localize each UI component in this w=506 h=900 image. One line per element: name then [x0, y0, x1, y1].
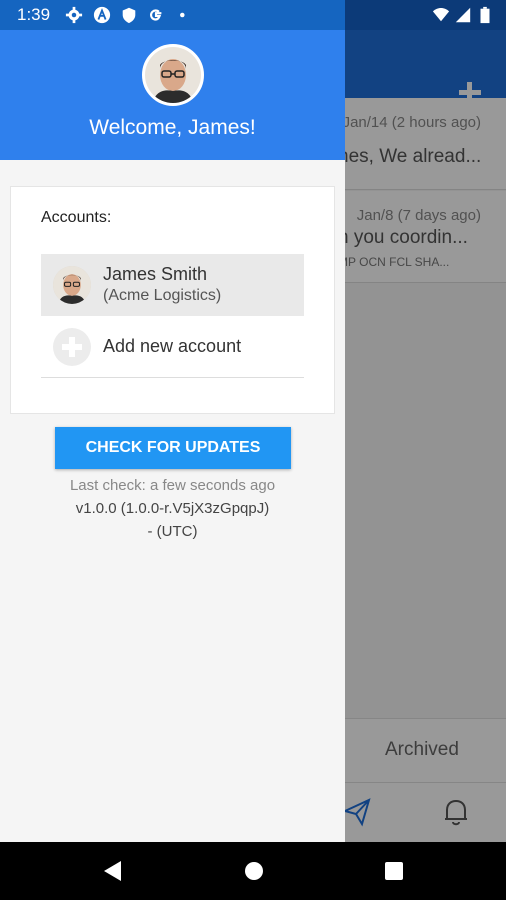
app-a-icon [93, 6, 111, 24]
recents-icon[interactable] [383, 860, 405, 882]
account-name: James Smith [103, 264, 208, 284]
status-time: 1:39 [17, 5, 51, 24]
status-bar: 1:39 [0, 0, 506, 30]
add-account-label: Add new account [103, 336, 242, 356]
settings-icon [65, 6, 83, 24]
version-timezone: - (UTC) [147, 523, 198, 540]
system-nav-bar [0, 842, 506, 900]
welcome-message: Welcome, James! [89, 116, 256, 139]
accounts-label: Accounts: [41, 209, 112, 226]
signal-icon [455, 7, 471, 23]
account-item-james-smith[interactable]: James Smith (Acme Logistics) [41, 254, 304, 316]
version-text: v1.0.0 (1.0.0-r.V5jX3zGpqpJ) [75, 500, 270, 517]
accounts-card: Accounts: James Smith (Acme Logistics) A… [10, 186, 335, 414]
back-icon[interactable] [101, 860, 123, 882]
add-circle-icon [53, 328, 91, 366]
add-account-button[interactable]: Add new account [41, 316, 304, 378]
wifi-icon [432, 8, 450, 22]
dot-icon [180, 12, 185, 18]
drawer-header: Welcome, James! [0, 30, 345, 160]
battery-icon [480, 6, 490, 24]
last-check-text: Last check: a few seconds ago [69, 477, 276, 494]
avatar [53, 266, 91, 304]
navigation-drawer: Welcome, James! Accounts: James Smith (A… [0, 30, 345, 842]
avatar[interactable] [142, 44, 204, 106]
home-icon[interactable] [243, 860, 265, 882]
check-updates-button[interactable]: CHECK FOR UPDATES [55, 427, 291, 469]
google-g-icon [149, 9, 162, 21]
shield-icon [122, 7, 136, 24]
account-organization: (Acme Logistics) [103, 287, 222, 304]
